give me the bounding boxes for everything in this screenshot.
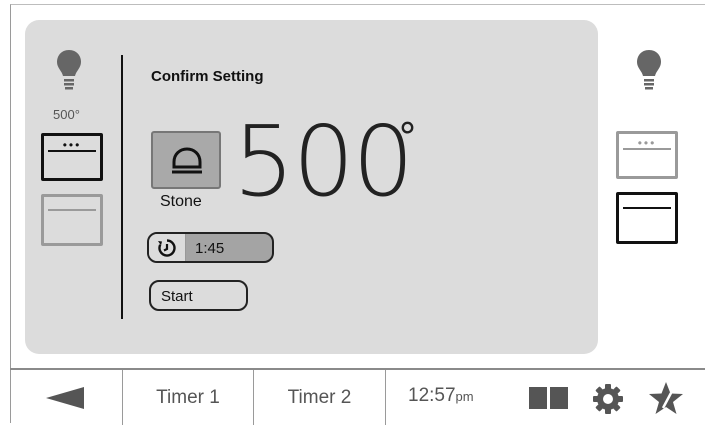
page-title: Confirm Setting xyxy=(151,68,264,85)
oven-upper-bar xyxy=(48,150,96,152)
timer-icon-area xyxy=(149,234,186,261)
clock-suffix: pm xyxy=(455,389,474,404)
stone-icon xyxy=(172,147,202,174)
back-arrow-icon xyxy=(46,387,84,409)
gear-icon xyxy=(593,384,623,414)
timer-2-button[interactable]: Timer 2 xyxy=(254,370,386,425)
oven-lower-bar xyxy=(48,209,96,211)
degree-symbol: ° xyxy=(398,115,417,159)
dual-oven-button[interactable] xyxy=(529,387,569,409)
upper-oven-temp: 500° xyxy=(53,107,80,122)
oven-upper-icon[interactable]: ••• xyxy=(41,133,103,181)
start-label: Start xyxy=(161,288,193,305)
lightbulb-icon[interactable] xyxy=(55,48,83,97)
start-button[interactable]: Start xyxy=(149,280,248,311)
stone-mode-button[interactable] xyxy=(151,131,221,189)
back-button[interactable] xyxy=(10,370,123,425)
settings-button[interactable] xyxy=(592,383,624,415)
vertical-divider xyxy=(121,55,123,319)
dual-oven-icon xyxy=(529,387,568,409)
lightbulb-icon[interactable] xyxy=(635,48,663,97)
mode-label: Stone xyxy=(160,193,202,210)
timer-1-label: Timer 1 xyxy=(156,387,220,408)
oven-lower-icon[interactable] xyxy=(41,194,103,246)
set-temperature: 500 xyxy=(233,105,414,218)
timer-2-label: Timer 2 xyxy=(287,387,352,408)
timer-value: 1:45 xyxy=(195,240,225,257)
star-icon xyxy=(649,382,683,414)
oven-lower-icon[interactable] xyxy=(616,192,678,244)
timer-icon xyxy=(158,239,176,257)
oven-lower-bar xyxy=(623,207,671,209)
timer-1-button[interactable]: Timer 1 xyxy=(123,370,254,425)
oven-upper-icon[interactable]: ••• xyxy=(616,131,678,179)
clock: 12:57pm xyxy=(408,385,474,407)
clock-time: 12:57 xyxy=(408,385,456,406)
cook-timer-button[interactable]: 1:45 xyxy=(147,232,274,263)
oven-upper-bar xyxy=(623,148,671,150)
favorites-button[interactable] xyxy=(648,381,684,415)
